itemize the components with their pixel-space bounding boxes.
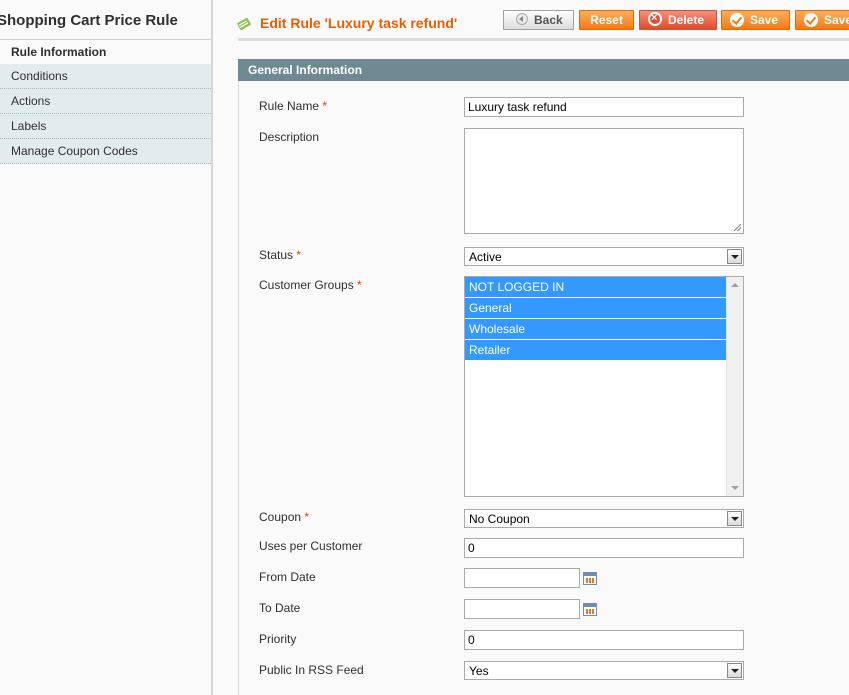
status-select-value: Active [469,250,502,264]
save-check-icon [804,13,818,27]
scroll-down-icon[interactable] [727,480,743,496]
tab-rule-information[interactable]: Rule Information [0,40,213,64]
back-button-label: Back [534,13,563,27]
description-label: Description [259,130,320,144]
back-arrow-icon [516,13,528,25]
tab-manage-coupon-codes[interactable]: Manage Coupon Codes [0,139,213,164]
rss-feed-label: Public In RSS Feed [259,663,364,677]
status-select[interactable]: Active [464,247,744,266]
multiselect-scrollbar[interactable] [726,277,743,496]
to-date-input[interactable] [464,599,580,619]
from-date-input[interactable] [464,568,580,588]
description-textarea[interactable] [464,128,744,234]
section-header: General Information [238,59,849,81]
save-and-continue-label: Save [824,13,849,27]
uses-per-customer-label: Uses per Customer [259,539,363,553]
rule-name-input[interactable]: Luxury task refund [464,97,744,117]
save-and-continue-button[interactable]: Save [795,10,849,30]
coupon-select-value: No Coupon [469,512,530,526]
dropdown-arrow-icon[interactable] [727,249,742,264]
sidebar-border [211,0,213,695]
tab-conditions[interactable]: Conditions [0,64,213,89]
customer-group-option[interactable]: General [465,298,727,319]
rss-feed-select-value: Yes [469,664,489,678]
save-button[interactable]: Save [721,10,790,30]
page-title: Edit Rule 'Luxury task refund' [260,15,458,31]
required-marker: * [296,248,302,262]
scroll-up-icon[interactable] [727,277,743,293]
rss-feed-select[interactable]: Yes [464,661,744,680]
sidebar: Shopping Cart Price Rule Rule Informatio… [0,0,213,695]
edit-rule-icon [237,17,251,31]
tab-labels[interactable]: Labels [0,114,213,139]
customer-group-option[interactable]: NOT LOGGED IN [465,277,727,298]
to-date-label: To Date [259,601,301,615]
header-divider [238,38,849,41]
priority-label: Priority [259,632,297,646]
required-marker: * [304,510,310,524]
customer-groups-label-text: Customer Groups [259,278,354,292]
customer-groups-multiselect[interactable]: NOT LOGGED IN General Wholesale Retailer [464,276,744,497]
coupon-label: Coupon * [259,510,309,524]
tab-actions[interactable]: Actions [0,89,213,114]
coupon-select[interactable]: No Coupon [464,509,744,528]
calendar-icon[interactable] [583,572,597,585]
customer-group-option[interactable]: Wholesale [465,319,727,340]
required-marker: * [322,99,328,113]
calendar-icon[interactable] [583,603,597,616]
delete-button-label: Delete [668,13,705,27]
resize-grip-icon[interactable] [734,224,741,231]
customer-groups-label: Customer Groups * [259,278,362,292]
coupon-label-text: Coupon [259,510,302,524]
required-marker: * [357,278,362,292]
dropdown-arrow-icon[interactable] [727,663,742,678]
priority-input[interactable]: 0 [464,630,744,650]
delete-icon [648,9,662,28]
rule-name-label: Rule Name * [259,99,327,113]
customer-group-option[interactable]: Retailer [465,340,727,361]
reset-button-label: Reset [590,13,623,27]
back-button[interactable]: Back [503,10,574,30]
uses-per-customer-input[interactable]: 0 [464,538,744,558]
save-check-icon [730,13,744,27]
dropdown-arrow-icon[interactable] [727,511,742,526]
delete-button[interactable]: Delete [639,9,717,30]
sidebar-title: Shopping Cart Price Rule [0,12,178,29]
save-button-label: Save [750,13,779,27]
reset-button[interactable]: Reset [579,10,634,30]
status-label: Status * [259,248,301,262]
sidebar-tabs: Rule Information Conditions Actions Labe… [0,40,213,164]
rule-name-label-text: Rule Name [259,99,320,113]
status-label-text: Status [259,248,294,262]
from-date-label: From Date [259,570,316,584]
